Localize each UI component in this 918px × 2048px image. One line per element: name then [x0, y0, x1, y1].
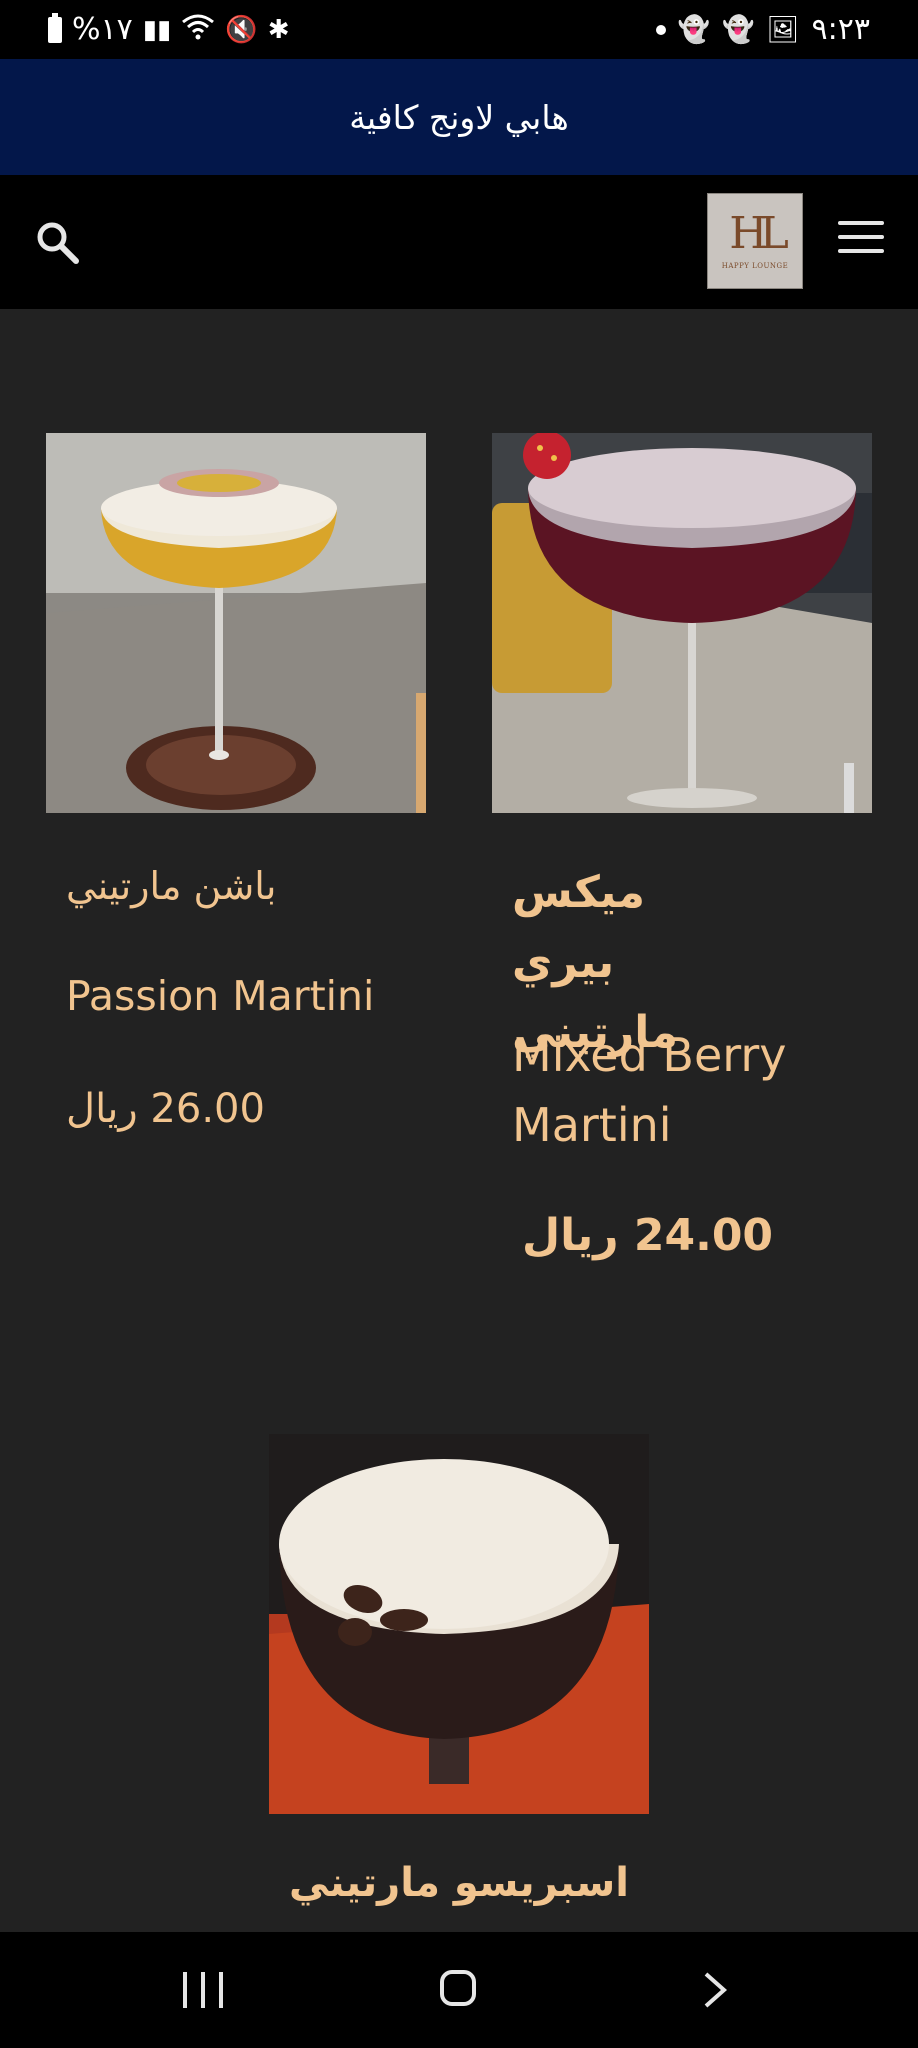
product-image-passion-martini[interactable] [46, 433, 426, 813]
battery-percentage: %١٧ [72, 12, 133, 47]
back-button[interactable] [700, 1970, 730, 2010]
mute-icon: 🔇 [225, 14, 258, 45]
menu-line [838, 235, 884, 239]
search-icon [37, 222, 79, 264]
cafe-logo[interactable]: HL HAPPY LOUNGE [707, 193, 803, 289]
bluetooth-icon: ✱ [267, 14, 290, 45]
hamburger-menu-icon [838, 221, 884, 225]
signal-icon: ▮▮ [142, 14, 172, 45]
product-image-mixed-berry-martini[interactable] [492, 433, 872, 813]
cafe-title: هابي لاونج كافية [349, 97, 569, 137]
logo-mark: HL [729, 208, 789, 259]
status-bar: %١٧ ▮▮ 🔇 ✱ 👻 👻 🖼 ٩:٢٣ [0, 0, 918, 59]
top-header: HL HAPPY LOUNGE [0, 175, 918, 309]
search-button[interactable] [34, 219, 80, 265]
cafe-banner: هابي لاونج كافية [0, 59, 918, 175]
product-name-arabic: باشن مارتيني [66, 864, 277, 908]
hamburger-menu-button[interactable] [838, 221, 884, 261]
recent-apps-line [201, 1972, 205, 2008]
system-navigation-bar [0, 1932, 918, 2048]
recent-apps-icon [183, 1972, 187, 2008]
snapchat-icon: 👻 [677, 14, 711, 45]
snapchat-icon: 👻 [722, 14, 755, 45]
gallery-icon: 🖼 [766, 14, 800, 45]
logo-subtitle: HAPPY LOUNGE [721, 262, 789, 270]
clock: ٩:٢٣ [811, 12, 870, 47]
notification-dot-icon [655, 24, 666, 35]
back-icon [704, 1972, 728, 2008]
product-name-english: Mixed Berry Martini [512, 1028, 787, 1152]
recent-apps-line [219, 1972, 223, 2008]
product-name-arabic: اسبريسو مارتيني [289, 1860, 629, 1906]
product-image-espresso-martini[interactable] [269, 1434, 649, 1814]
product-price: 24.00 ريال [522, 1210, 774, 1261]
status-right-group: 👻 👻 🖼 ٩:٢٣ [655, 12, 870, 47]
product-price: 26.00 ريال [66, 1086, 265, 1132]
menu-line [838, 249, 884, 253]
home-button[interactable] [440, 1970, 476, 2006]
wifi-icon [181, 12, 215, 47]
battery-icon [48, 12, 62, 43]
product-name-english: Passion Martini [66, 972, 375, 1020]
status-left-group: %١٧ ▮▮ 🔇 ✱ [48, 12, 290, 47]
recent-apps-button[interactable] [183, 1972, 223, 2008]
